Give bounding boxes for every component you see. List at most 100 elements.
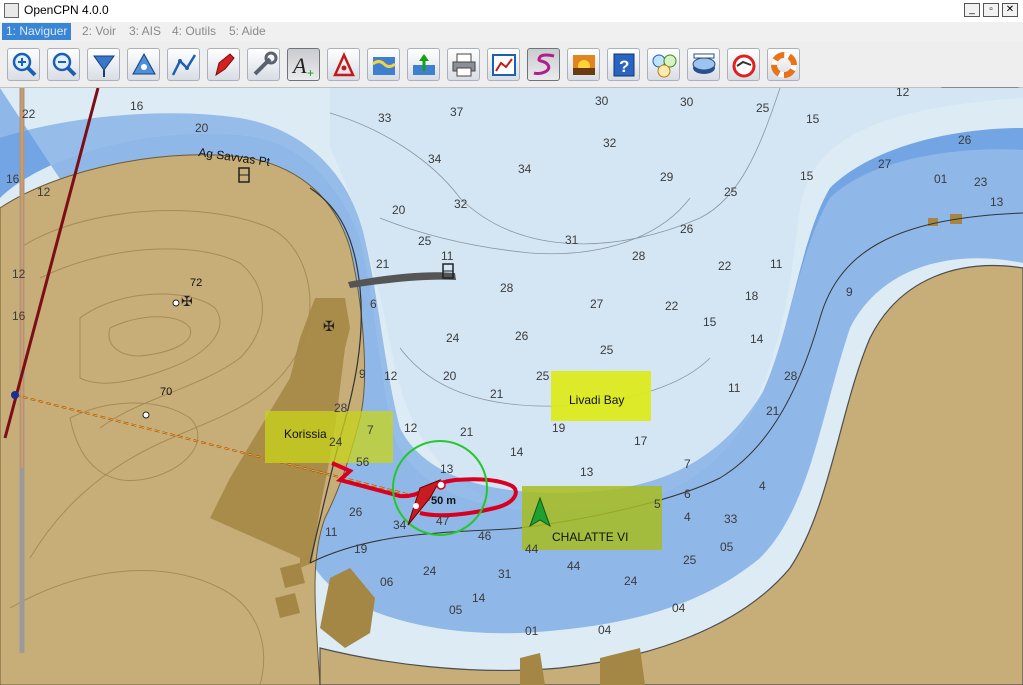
sounding: 31 bbox=[565, 233, 579, 247]
sounding: 18 bbox=[745, 289, 759, 303]
sounding: 21 bbox=[490, 387, 504, 401]
sounding: 12 bbox=[404, 421, 418, 435]
sounding: 14 bbox=[510, 445, 524, 459]
sounding: 11 bbox=[728, 381, 741, 395]
sounding: 13 bbox=[580, 465, 594, 479]
minimize-button[interactable]: _ bbox=[964, 3, 980, 17]
sounding: 16 bbox=[6, 172, 20, 186]
menu-voir[interactable]: 2: Voir bbox=[78, 23, 120, 40]
sounding: 9 bbox=[359, 367, 366, 381]
maximize-button[interactable]: ▫ bbox=[983, 3, 999, 17]
sounding: 32 bbox=[454, 197, 468, 211]
zoom-out-button[interactable] bbox=[47, 48, 80, 81]
help-icon: ? bbox=[613, 53, 635, 77]
sounding: 17 bbox=[634, 434, 648, 448]
print-icon bbox=[452, 53, 476, 77]
dashboard-button[interactable] bbox=[647, 48, 680, 81]
close-button[interactable]: ✕ bbox=[1002, 3, 1018, 17]
sounding: 25 bbox=[683, 553, 697, 567]
menu-aide[interactable]: 5: Aide bbox=[225, 23, 270, 40]
sounding: 14 bbox=[472, 591, 486, 605]
north-up-button[interactable] bbox=[127, 48, 160, 81]
sounding: 05 bbox=[449, 603, 463, 617]
sounding: 4 bbox=[684, 510, 691, 524]
follow-ship-button[interactable] bbox=[207, 48, 240, 81]
dashboard-icon bbox=[652, 54, 677, 78]
sounding: 22 bbox=[665, 299, 679, 313]
sounding: 19 bbox=[552, 421, 566, 435]
zoom-out-icon bbox=[52, 52, 77, 77]
ais-button[interactable] bbox=[327, 48, 360, 81]
sounding: 11 bbox=[770, 257, 783, 271]
sounding: 13 bbox=[990, 195, 1004, 209]
ocpn-draw-button[interactable] bbox=[687, 48, 720, 81]
sounding: 46 bbox=[478, 529, 492, 543]
sounding: 25 bbox=[600, 343, 614, 357]
print-button[interactable] bbox=[447, 48, 480, 81]
route-icon bbox=[171, 54, 197, 76]
sounding: 15 bbox=[806, 112, 820, 126]
sounding: 11 bbox=[441, 249, 454, 263]
currents-icon bbox=[413, 54, 435, 75]
sounding: 4 bbox=[759, 479, 766, 493]
tides-icon bbox=[372, 57, 396, 75]
watchdog-button[interactable] bbox=[727, 48, 760, 81]
sounding: 06 bbox=[380, 575, 394, 589]
sounding: 7 bbox=[684, 457, 691, 471]
settings-button[interactable] bbox=[247, 48, 280, 81]
svg-text:?: ? bbox=[619, 57, 629, 76]
route-button[interactable] bbox=[167, 48, 200, 81]
lifebuoy-icon bbox=[771, 52, 797, 78]
tides-button[interactable] bbox=[367, 48, 400, 81]
drop-marker-icon bbox=[93, 55, 115, 77]
watchdog-icon bbox=[732, 54, 756, 78]
svg-text:+: + bbox=[307, 66, 314, 79]
text-toggle-button[interactable]: A + bbox=[287, 48, 320, 81]
nautical-chart[interactable]: ✠ ✠ Ag Savvas Pt Korissia Livadi Bay CHA… bbox=[0, 88, 1023, 685]
track-button[interactable] bbox=[527, 48, 560, 81]
route-manager-button[interactable] bbox=[487, 48, 520, 81]
help-button[interactable]: ? bbox=[607, 48, 640, 81]
sounding: 22 bbox=[718, 259, 732, 273]
chart-canvas[interactable]: ✠ ✠ Ag Savvas Pt Korissia Livadi Bay CHA… bbox=[0, 88, 1023, 685]
drop-marker-button[interactable] bbox=[87, 48, 120, 81]
menu-bar: 1: Naviguer 2: Voir 3: AIS 4: Outils 5: … bbox=[0, 22, 1023, 42]
sounding: 01 bbox=[934, 172, 948, 186]
lifebuoy-button[interactable] bbox=[767, 48, 800, 81]
sounding: 6 bbox=[370, 297, 377, 311]
menu-ais[interactable]: 3: AIS bbox=[125, 23, 165, 40]
spot-height-72: 72 bbox=[190, 277, 202, 289]
sounding: 44 bbox=[525, 542, 539, 556]
sounding: 26 bbox=[680, 222, 694, 236]
sounding: 28 bbox=[784, 369, 798, 383]
label-range: 50 m bbox=[431, 495, 456, 507]
north-up-icon bbox=[132, 52, 156, 75]
ais-icon bbox=[333, 51, 355, 77]
sounding: 25 bbox=[756, 101, 770, 115]
church-icon: ✠ bbox=[181, 293, 193, 309]
sounding: 24 bbox=[446, 331, 460, 345]
text-icon: A + bbox=[291, 53, 314, 79]
sounding: 13 bbox=[440, 462, 454, 476]
sounding: 5 bbox=[654, 497, 661, 511]
settings-icon bbox=[253, 51, 278, 76]
zoom-in-button[interactable] bbox=[7, 48, 40, 81]
sounding: 20 bbox=[195, 121, 209, 135]
sounding: 12 bbox=[12, 267, 26, 281]
sounding: 47 bbox=[436, 514, 450, 528]
menu-outils[interactable]: 4: Outils bbox=[168, 23, 220, 40]
sounding: 01 bbox=[525, 624, 539, 638]
menu-naviguer[interactable]: 1: Naviguer bbox=[2, 23, 72, 40]
sounding: 05 bbox=[720, 540, 734, 554]
route-manager-icon bbox=[492, 54, 516, 76]
track-icon bbox=[533, 53, 555, 75]
sounding: 25 bbox=[536, 369, 550, 383]
zoom-in-icon bbox=[12, 52, 37, 77]
currents-button[interactable] bbox=[407, 48, 440, 81]
sounding: 44 bbox=[567, 559, 581, 573]
sounding: 33 bbox=[724, 512, 738, 526]
svg-text:✠: ✠ bbox=[181, 293, 193, 309]
sounding: 34 bbox=[428, 152, 442, 166]
window-title: OpenCPN 4.0.0 bbox=[24, 3, 109, 17]
color-scheme-button[interactable] bbox=[567, 48, 600, 81]
